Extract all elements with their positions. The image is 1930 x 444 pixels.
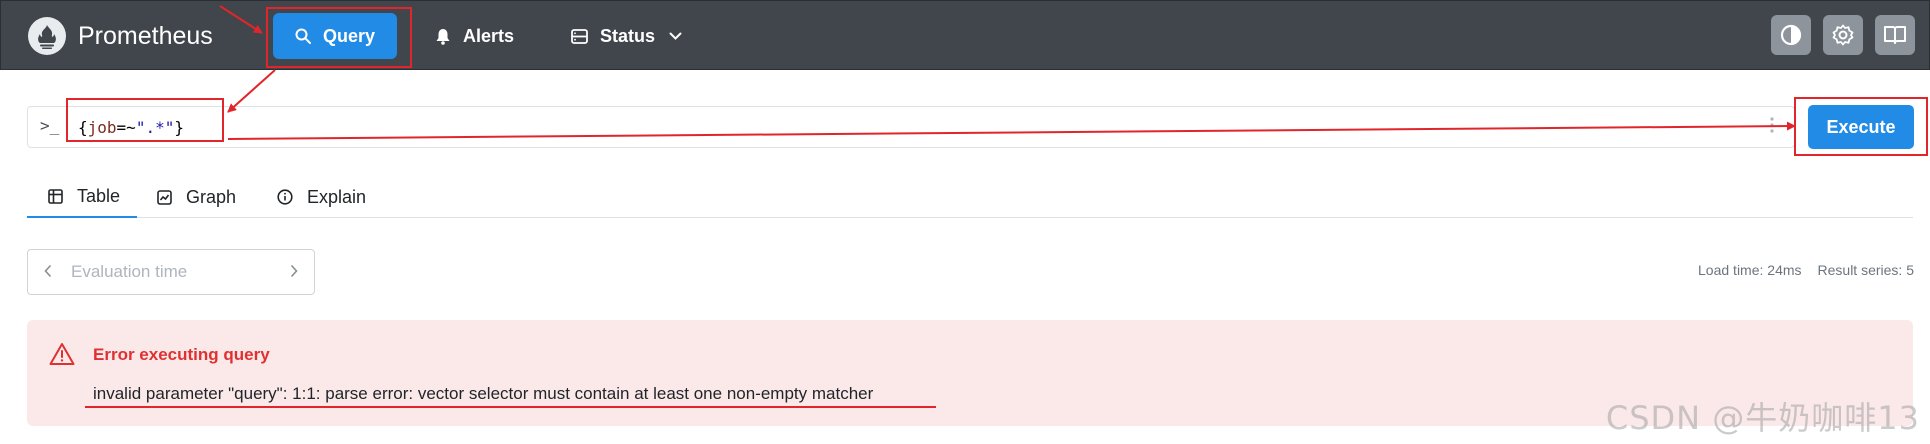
query-stats: Load time: 24ms Result series: 5 (1698, 262, 1914, 278)
query-expression-input[interactable]: >_ {job=~".*"} (27, 106, 1795, 148)
nav-alerts-button[interactable]: Alerts (431, 13, 531, 59)
error-title: Error executing query (93, 345, 270, 364)
docs-button[interactable] (1875, 15, 1915, 55)
warning-triangle-icon (49, 342, 75, 371)
tab-table-label: Table (77, 185, 121, 206)
watermark-text: CSDN @牛奶咖啡13 (1605, 399, 1920, 437)
settings-button[interactable] (1823, 15, 1863, 55)
nav-status-label: Status (600, 25, 656, 46)
evaluation-time-placeholder: Evaluation time (71, 262, 188, 281)
query-label-value: ".*" (135, 118, 175, 137)
query-expression-text[interactable]: {job=~".*"} (78, 118, 184, 137)
theme-toggle-button[interactable] (1771, 15, 1811, 55)
query-open-brace: { (78, 118, 88, 137)
gear-icon (1831, 23, 1855, 47)
result-series-text: Result series: 5 (1817, 262, 1914, 278)
query-match-operator: =~ (116, 118, 136, 137)
nav-query-label: Query (323, 25, 376, 46)
chevron-right-icon[interactable] (290, 264, 298, 283)
info-icon (277, 189, 293, 205)
query-close-brace: } (174, 118, 184, 137)
tab-graph[interactable]: Graph (157, 176, 236, 218)
brand-title[interactable]: Prometheus (78, 21, 213, 51)
chart-icon (157, 189, 172, 205)
contrast-icon (1780, 24, 1802, 46)
chevron-left-icon[interactable] (44, 264, 52, 283)
tab-graph-label: Graph (186, 186, 237, 207)
tab-table[interactable]: Table (27, 176, 137, 218)
bell-icon (435, 28, 451, 45)
kebab-menu-icon[interactable] (1770, 117, 1774, 138)
terminal-prompt-icon: >_ (40, 116, 60, 135)
book-icon (1883, 25, 1907, 45)
query-label-key: job (87, 118, 117, 137)
execute-button[interactable]: Execute (1808, 105, 1914, 149)
tab-explain[interactable]: Explain (277, 176, 366, 218)
evaluation-time-picker[interactable]: Evaluation time (27, 249, 315, 295)
server-icon (571, 28, 588, 44)
tab-explain-label: Explain (307, 186, 367, 207)
nav-status-dropdown[interactable]: Status (567, 13, 697, 59)
top-navbar: Prometheus Query Alerts Status (0, 0, 1930, 70)
table-icon (48, 188, 63, 204)
search-icon (295, 28, 311, 44)
nav-alerts-label: Alerts (463, 25, 515, 46)
prometheus-logo-icon[interactable] (28, 17, 66, 55)
error-message: invalid parameter "query": 1:1: parse er… (93, 384, 874, 403)
chevron-down-icon (669, 32, 682, 40)
nav-query-button[interactable]: Query (273, 13, 397, 59)
load-time-text: Load time: 24ms (1698, 262, 1802, 278)
result-tabs: Table Graph Explain (27, 176, 1913, 218)
